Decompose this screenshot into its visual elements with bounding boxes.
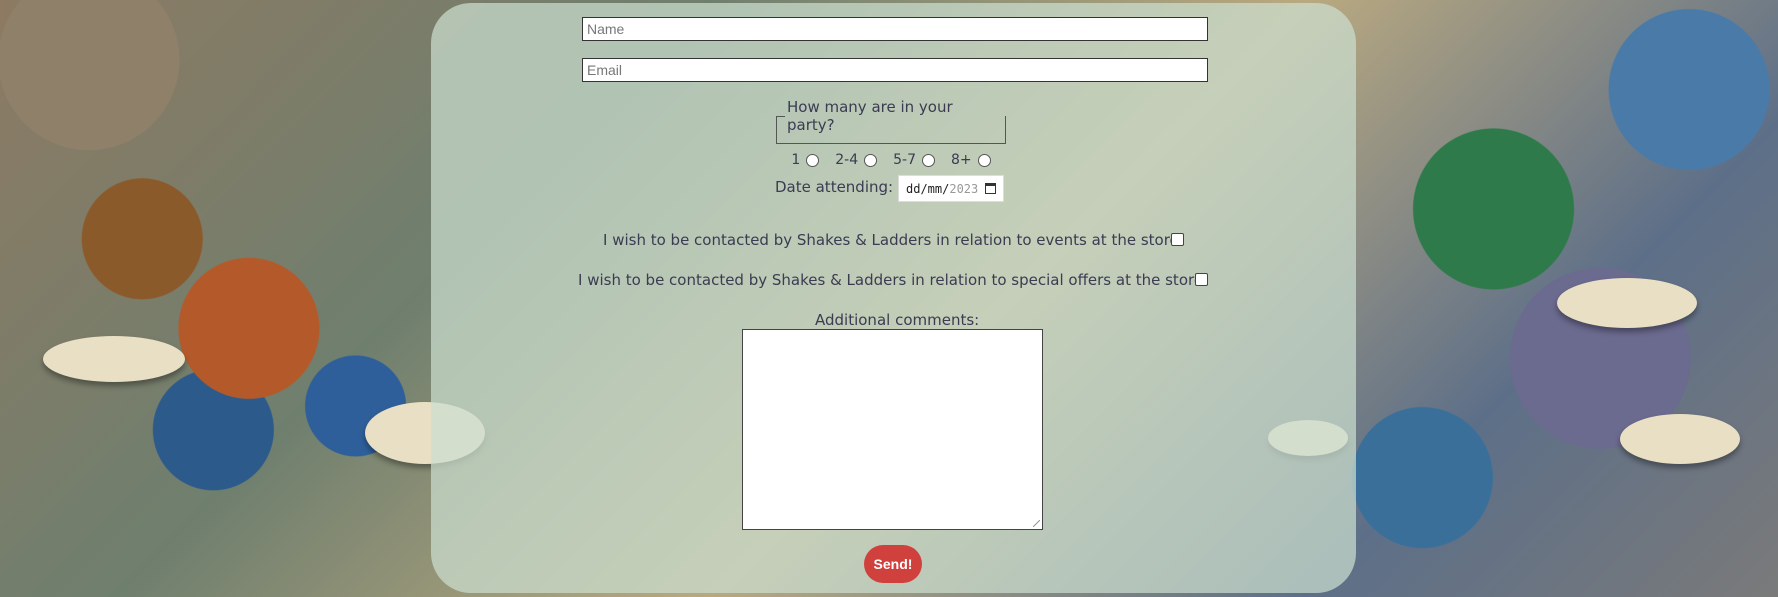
party-size-fieldset: How many are in your party? 1 2-4 5-7 8+	[776, 98, 1006, 168]
booking-form: How many are in your party? 1 2-4 5-7 8+…	[0, 0, 1778, 597]
party-option-1-radio[interactable]	[806, 153, 820, 167]
name-input[interactable]	[582, 17, 1208, 41]
comments-label: Additional comments:	[815, 311, 980, 329]
party-option-label: 2-4	[835, 152, 859, 168]
party-option-5-7-radio[interactable]	[922, 153, 936, 167]
party-size-legend: How many are in your party?	[787, 98, 953, 134]
party-option-label: 8+	[951, 152, 972, 168]
email-input[interactable]	[582, 58, 1208, 82]
date-label: Date attending:	[775, 178, 894, 196]
party-size-options: 1 2-4 5-7 8+	[777, 152, 1005, 168]
date-year: 2023	[949, 181, 979, 196]
party-option-2-4-radio[interactable]	[864, 153, 878, 167]
send-button[interactable]: Send!	[864, 545, 922, 583]
party-option-label: 1	[791, 152, 801, 168]
calendar-icon[interactable]	[985, 183, 996, 194]
contact-events-label: I wish to be contacted by Shakes & Ladde…	[603, 231, 1184, 249]
date-value-mask: dd/mm/	[906, 181, 950, 196]
contact-events-checkbox[interactable]	[1171, 233, 1184, 246]
date-input[interactable]: dd/mm/2023	[898, 175, 1004, 202]
contact-offers-label: I wish to be contacted by Shakes & Ladde…	[578, 271, 1209, 289]
comments-textarea[interactable]	[742, 329, 1043, 530]
party-option-8-plus-radio[interactable]	[977, 153, 991, 167]
contact-offers-checkbox[interactable]	[1195, 273, 1208, 286]
resize-grip-icon[interactable]	[1033, 520, 1040, 527]
party-option-label: 5-7	[893, 152, 917, 168]
